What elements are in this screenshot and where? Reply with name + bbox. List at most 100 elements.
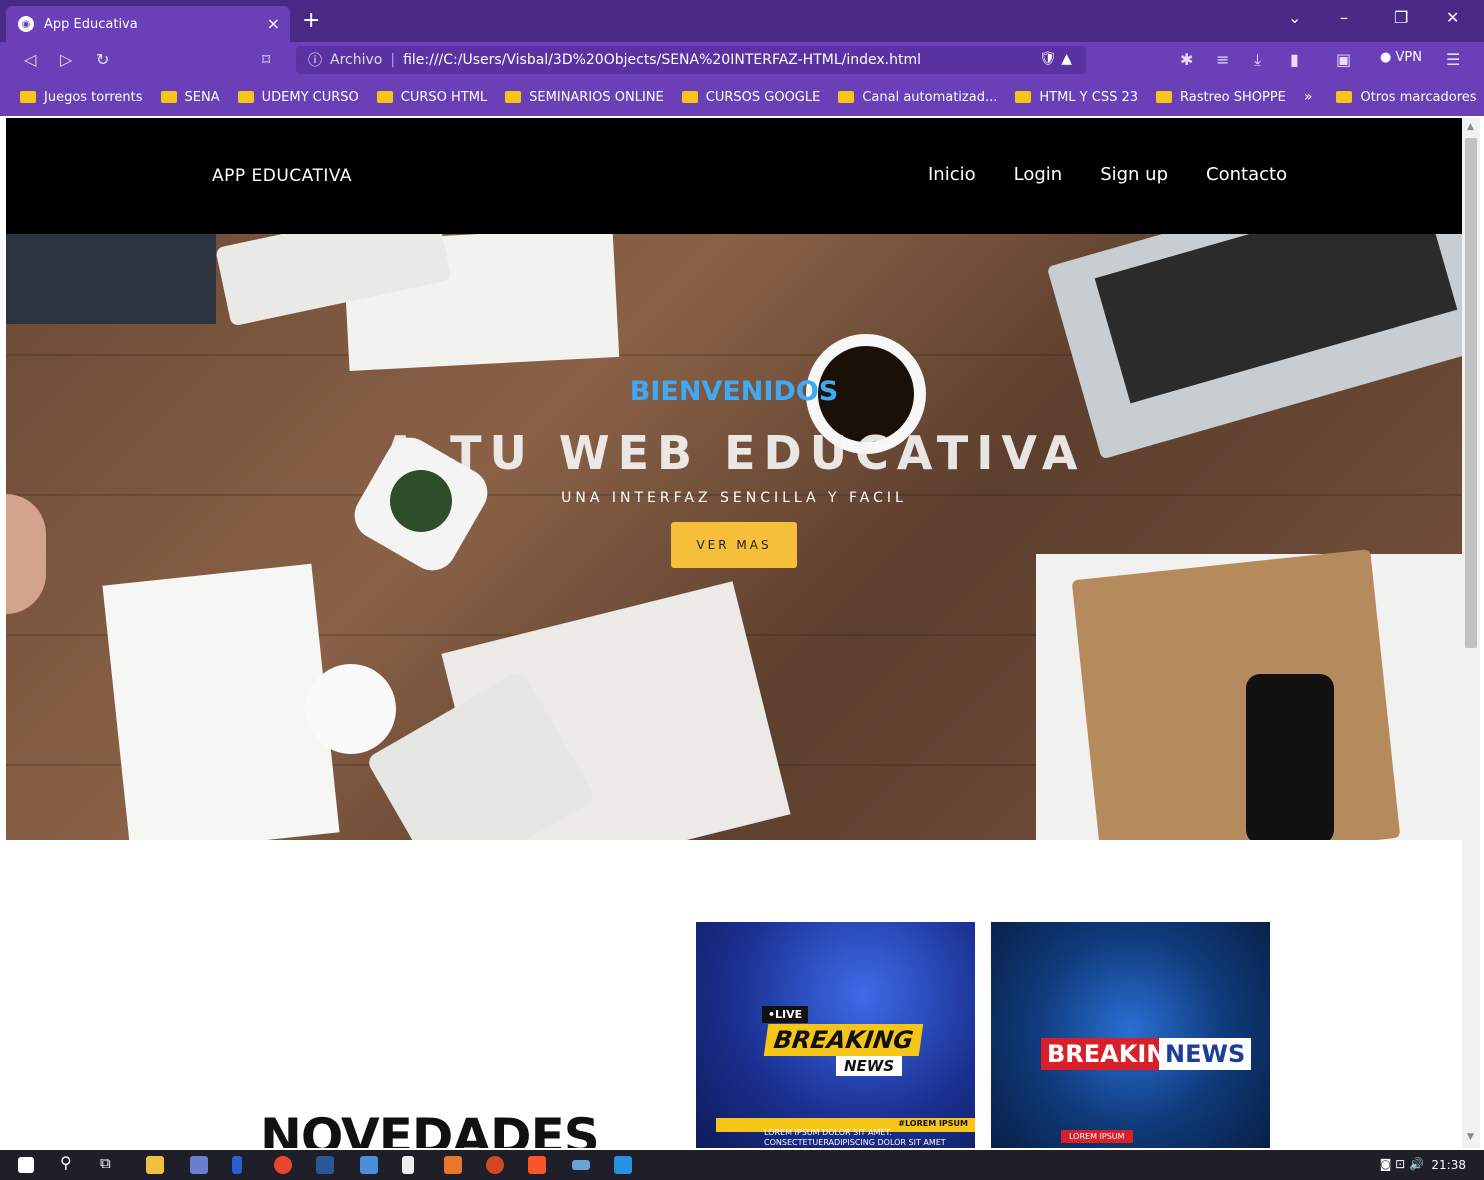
system-tray-icons[interactable]: ◙ ⊡ 🔊 [1380, 1157, 1424, 1171]
bookmarks-bar: Juegos torrents SENA UDEMY CURSO CURSO H… [0, 78, 1484, 116]
info-icon: ⓘ [308, 53, 322, 69]
reload-icon[interactable]: ↻ [96, 50, 109, 69]
lorem-text: LOREM IPSUM DOLOR SIT AMET. CONSECTETUER… [764, 1128, 946, 1147]
folder-icon [681, 91, 698, 103]
shield-app-icon[interactable] [402, 1156, 414, 1174]
folder-icon [1156, 91, 1172, 103]
breaking-label: BREAKING [763, 1024, 924, 1056]
chrome-icon[interactable] [274, 1156, 292, 1174]
folder-icon [1336, 91, 1353, 103]
keyboard-icon[interactable] [572, 1160, 590, 1170]
bookmark-item[interactable]: HTML Y CSS 23 [1015, 90, 1138, 105]
news-label: NEWS [836, 1056, 903, 1076]
bookmark-label: Canal automatizad... [862, 89, 998, 105]
browser-toolbar: ◁ ▷ ↻ ⌑ ⓘ Archivo | file:///C:/Users/Vis… [0, 42, 1484, 78]
news-card[interactable]: BREAKING NEWS LOREM IPSUM [991, 922, 1270, 1148]
minimize-icon[interactable]: – [1340, 8, 1348, 27]
bookmarks-overflow-button[interactable]: » [1304, 89, 1313, 105]
bookmark-label: UDEMY CURSO [261, 89, 359, 105]
page-scrollbar[interactable]: ▲ ▼ [1462, 118, 1480, 1148]
kraft-folder [1071, 549, 1401, 840]
bookmark-item[interactable]: SENA [160, 89, 220, 105]
news-card[interactable]: •LIVE BREAKING NEWS #LOREM IPSUM LOREM I… [696, 922, 975, 1148]
bookmark-label: Otros marcadores [1360, 89, 1477, 105]
bookmark-item[interactable]: Rastreo SHOPPE [1156, 90, 1286, 105]
search-icon[interactable]: ⚲ [60, 1153, 78, 1172]
windows-start-icon[interactable] [18, 1157, 34, 1173]
task-view-icon[interactable]: ⧉ [100, 1154, 118, 1172]
notebook [102, 563, 340, 840]
web-page: APP EDUCATIVA Inicio Login Sign up Conta… [6, 118, 1462, 1148]
vpn-label: VPN [1395, 50, 1422, 65]
back-icon[interactable]: ◁ [24, 50, 36, 69]
bookmark-label: HTML Y CSS 23 [1039, 89, 1138, 105]
sidebar-icon[interactable]: ▮ [1290, 50, 1299, 69]
taskbar-clock[interactable]: 21:38 [1431, 1158, 1466, 1172]
nav-link-signup[interactable]: Sign up [1100, 164, 1168, 185]
app-icon[interactable] [360, 1156, 378, 1174]
nav-link-login[interactable]: Login [1014, 164, 1063, 185]
vscode-icon[interactable] [614, 1156, 632, 1174]
live-badge: •LIVE [762, 1006, 809, 1023]
site-brand[interactable]: APP EDUCATIVA [212, 166, 352, 186]
bookmark-item[interactable]: CURSO HTML [376, 90, 487, 105]
close-tab-icon[interactable]: × [267, 14, 280, 33]
playlist-icon[interactable]: ≡ [1216, 50, 1229, 69]
scroll-thumb[interactable] [1465, 138, 1477, 648]
tablet [6, 234, 216, 324]
word-icon[interactable] [316, 1156, 334, 1174]
extensions-icon[interactable]: ✱ [1180, 50, 1193, 69]
hero-subtitle: UNA INTERFAZ SENCILLA Y FACIL [561, 490, 907, 506]
novedades-section: NOVEDADES •LIVE BREAKING NEWS #LOREM IPS… [6, 840, 1462, 1148]
bookmark-icon[interactable]: ⌑ [262, 50, 270, 69]
brave-icon[interactable] [528, 1156, 546, 1174]
browser-tab[interactable]: ◉ App Educativa × [6, 6, 290, 42]
scroll-up-icon[interactable]: ▲ [1467, 122, 1474, 132]
browser-tabbar: ◉ App Educativa × + ⌄ – ❐ ✕ [0, 0, 1484, 42]
ver-mas-button[interactable]: VER MAS [671, 522, 797, 568]
menu-icon[interactable]: ☰ [1446, 50, 1460, 69]
folder-icon [1015, 91, 1032, 103]
bookmark-item[interactable]: Canal automatizad... [838, 90, 997, 105]
shield-icon[interactable]: 🛡 ▲ [1039, 51, 1072, 67]
tab-title: App Educativa [44, 16, 138, 32]
restore-icon[interactable]: ❐ [1394, 8, 1408, 27]
wallet-icon[interactable]: ▣ [1336, 50, 1351, 69]
folder-icon [20, 91, 36, 103]
address-url[interactable]: file:///C:/Users/Visbal/3D%20Objects/SEN… [403, 52, 921, 68]
hero-welcome: BIENVENIDOS [629, 376, 839, 407]
bookmark-label: SENA [184, 89, 220, 105]
site-nav: Inicio Login Sign up Contacto [928, 164, 1287, 185]
new-tab-button[interactable]: + [302, 8, 320, 33]
vpn-button[interactable]: ● VPN [1380, 50, 1422, 65]
tab-search-icon[interactable]: ⌄ [1288, 8, 1301, 27]
bookmark-item[interactable]: CURSOS GOOGLE [681, 90, 820, 105]
bookmark-item[interactable]: UDEMY CURSO [237, 89, 359, 105]
windows-taskbar: ⚲ ⧉ ◙ ⊡ 🔊 21:38 [0, 1150, 1484, 1180]
mug [6, 494, 46, 614]
address-bar[interactable]: ⓘ Archivo | file:///C:/Users/Visbal/3D%2… [296, 46, 1086, 74]
nav-link-inicio[interactable]: Inicio [928, 164, 976, 185]
site-navbar: APP EDUCATIVA Inicio Login Sign up Conta… [6, 118, 1462, 234]
other-bookmarks[interactable]: Otros marcadores [1336, 89, 1477, 105]
bookmark-item[interactable]: Juegos torrents [20, 90, 143, 105]
hero-section: BIENVENIDOS A TU WEB EDUCATIVA UNA INTER… [6, 234, 1462, 840]
address-divider: | [390, 52, 396, 68]
coffee-lid [306, 664, 396, 754]
folder-icon [160, 91, 177, 103]
close-window-icon[interactable]: ✕ [1446, 8, 1459, 27]
globe-icon: ◉ [18, 16, 34, 32]
powerpoint-icon[interactable] [486, 1156, 504, 1174]
scroll-down-icon[interactable]: ▼ [1467, 1132, 1474, 1142]
app-icon[interactable] [232, 1156, 242, 1174]
lorem-tag: LOREM IPSUM [1061, 1130, 1133, 1143]
nav-link-contacto[interactable]: Contacto [1206, 164, 1287, 185]
bookmark-item[interactable]: SEMINARIOS ONLINE [505, 90, 664, 105]
folder-icon [838, 91, 855, 103]
section-title: NOVEDADES [260, 1108, 600, 1148]
download-icon[interactable]: ⤓ [1254, 50, 1261, 70]
sublime-icon[interactable] [444, 1156, 462, 1174]
forward-icon[interactable]: ▷ [60, 50, 72, 69]
file-explorer-icon[interactable] [146, 1156, 164, 1174]
app-icon[interactable] [190, 1156, 208, 1174]
